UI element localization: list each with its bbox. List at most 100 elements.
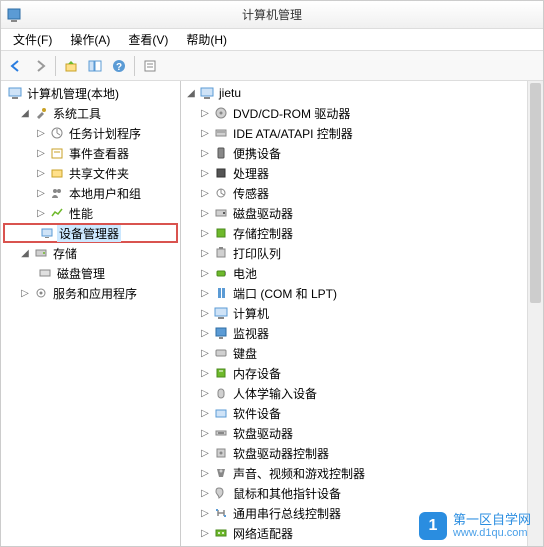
device-category[interactable]: ▷IDE ATA/ATAPI 控制器 — [183, 123, 541, 143]
expand-icon[interactable]: ▷ — [35, 208, 47, 219]
expand-icon[interactable]: ▷ — [199, 408, 211, 419]
device-icon — [213, 485, 229, 501]
expand-icon[interactable]: ▷ — [199, 148, 211, 159]
event-icon — [49, 145, 65, 161]
device-label: 软盘驱动器控制器 — [231, 445, 331, 462]
expand-icon[interactable]: ▷ — [199, 508, 211, 519]
scrollbar-thumb[interactable] — [530, 83, 541, 303]
expand-icon[interactable]: ▷ — [35, 128, 47, 139]
tree-task-scheduler[interactable]: ▷任务计划程序 — [3, 123, 178, 143]
device-root[interactable]: ◢jietu — [183, 83, 541, 103]
forward-button[interactable] — [29, 55, 51, 77]
expand-icon[interactable]: ▷ — [199, 228, 211, 239]
collapse-icon[interactable]: ◢ — [19, 108, 31, 119]
device-category[interactable]: ▷软盘驱动器 — [183, 423, 541, 443]
expand-icon[interactable]: ▷ — [199, 268, 211, 279]
up-button[interactable] — [60, 55, 82, 77]
expand-icon[interactable]: ▷ — [199, 288, 211, 299]
menu-action[interactable]: 操作(A) — [62, 29, 118, 50]
perf-icon — [49, 205, 65, 221]
device-category[interactable]: ▷处理器 — [183, 163, 541, 183]
menu-file[interactable]: 文件(F) — [5, 29, 60, 50]
tree-services-apps[interactable]: ▷服务和应用程序 — [3, 283, 178, 303]
device-icon — [213, 505, 229, 521]
expand-icon[interactable]: ▷ — [199, 248, 211, 259]
tree-device-manager[interactable]: 设备管理器 — [3, 223, 178, 243]
expand-icon[interactable]: ▷ — [199, 488, 211, 499]
tools-icon — [33, 105, 49, 121]
device-icon — [213, 445, 229, 461]
collapse-icon[interactable]: ◢ — [19, 248, 31, 259]
expand-icon[interactable]: ▷ — [199, 528, 211, 539]
device-category[interactable]: ▷监视器 — [183, 323, 541, 343]
expand-icon[interactable]: ▷ — [199, 308, 211, 319]
device-category[interactable]: ▷软件设备 — [183, 403, 541, 423]
device-category[interactable]: ▷ 端口 (COM 和 LPT) — [183, 283, 541, 303]
expand-icon[interactable]: ▷ — [199, 188, 211, 199]
device-icon — [213, 105, 229, 121]
device-tree[interactable]: ◢jietu ▷DVD/CD-ROM 驱动器▷IDE ATA/ATAPI 控制器… — [181, 81, 543, 545]
device-category[interactable]: ▷ 软盘驱动器控制器 — [183, 443, 541, 463]
tree-local-users[interactable]: ▷本地用户和组 — [3, 183, 178, 203]
expand-icon[interactable]: ▷ — [199, 128, 211, 139]
device-icon — [213, 145, 229, 161]
expand-icon[interactable]: ▷ — [199, 348, 211, 359]
expand-icon[interactable]: ▷ — [35, 168, 47, 179]
expand-icon[interactable]: ▷ — [199, 208, 211, 219]
menubar: 文件(F) 操作(A) 查看(V) 帮助(H) — [1, 29, 543, 51]
tree-disk-mgmt[interactable]: 磁盘管理 — [3, 263, 178, 283]
expand-icon[interactable]: ▷ — [199, 168, 211, 179]
device-category[interactable]: ▷ 便携设备 — [183, 143, 541, 163]
device-label: 便携设备 — [231, 145, 283, 162]
device-mgr-icon — [39, 225, 55, 241]
tree-storage[interactable]: ◢存储 — [3, 243, 178, 263]
device-icon — [213, 425, 229, 441]
device-category[interactable]: ▷ 磁盘驱动器 — [183, 203, 541, 223]
help-button[interactable]: ? — [108, 55, 130, 77]
device-category[interactable]: ▷内存设备 — [183, 363, 541, 383]
tree-root[interactable]: 计算机管理(本地) — [3, 83, 178, 103]
device-icon — [213, 465, 229, 481]
menu-view[interactable]: 查看(V) — [120, 29, 176, 50]
device-label: 网络适配器 — [231, 525, 295, 542]
expand-icon[interactable]: ▷ — [35, 148, 47, 159]
device-category[interactable]: ▷ 电池 — [183, 263, 541, 283]
vertical-scrollbar[interactable] — [527, 81, 543, 546]
expand-icon[interactable]: ▷ — [199, 328, 211, 339]
tree-performance[interactable]: ▷性能 — [3, 203, 178, 223]
expand-icon[interactable]: ▷ — [199, 368, 211, 379]
expand-icon[interactable]: ▷ — [35, 188, 47, 199]
console-tree[interactable]: 计算机管理(本地) ◢系统工具 ▷任务计划程序 ▷事件查看器 ▷共享文件夹 ▷本… — [1, 81, 180, 305]
device-category[interactable]: ▷声音、视频和游戏控制器 — [183, 463, 541, 483]
device-icon — [213, 265, 229, 281]
device-label: 电池 — [231, 265, 259, 282]
expand-icon[interactable]: ▷ — [199, 388, 211, 399]
device-category[interactable]: ▷DVD/CD-ROM 驱动器 — [183, 103, 541, 123]
expand-icon[interactable]: ▷ — [199, 428, 211, 439]
device-label: 端口 (COM 和 LPT) — [231, 285, 339, 302]
expand-icon[interactable]: ▷ — [199, 448, 211, 459]
collapse-icon[interactable]: ◢ — [185, 88, 197, 99]
device-label: 计算机 — [231, 305, 271, 322]
device-label: 存储控制器 — [231, 225, 295, 242]
tree-system-tools[interactable]: ◢系统工具 — [3, 103, 178, 123]
device-category[interactable]: ▷鼠标和其他指针设备 — [183, 483, 541, 503]
tree-event-viewer[interactable]: ▷事件查看器 — [3, 143, 178, 163]
show-hide-tree-button[interactable] — [84, 55, 106, 77]
device-category[interactable]: ▷ 计算机 — [183, 303, 541, 323]
device-icon — [213, 305, 229, 321]
device-label: 磁盘驱动器 — [231, 205, 295, 222]
back-button[interactable] — [5, 55, 27, 77]
expand-icon[interactable]: ▷ — [199, 108, 211, 119]
device-category[interactable]: ▷键盘 — [183, 343, 541, 363]
device-category[interactable]: ▷打印队列 — [183, 243, 541, 263]
expand-icon[interactable]: ▷ — [199, 468, 211, 479]
menu-help[interactable]: 帮助(H) — [178, 29, 235, 50]
device-category[interactable]: ▷传感器 — [183, 183, 541, 203]
tree-shared-folders[interactable]: ▷共享文件夹 — [3, 163, 178, 183]
device-category[interactable]: ▷人体学输入设备 — [183, 383, 541, 403]
disk-icon — [37, 265, 53, 281]
device-category[interactable]: ▷ 存储控制器 — [183, 223, 541, 243]
expand-icon[interactable]: ▷ — [19, 288, 31, 299]
properties-button[interactable] — [139, 55, 161, 77]
